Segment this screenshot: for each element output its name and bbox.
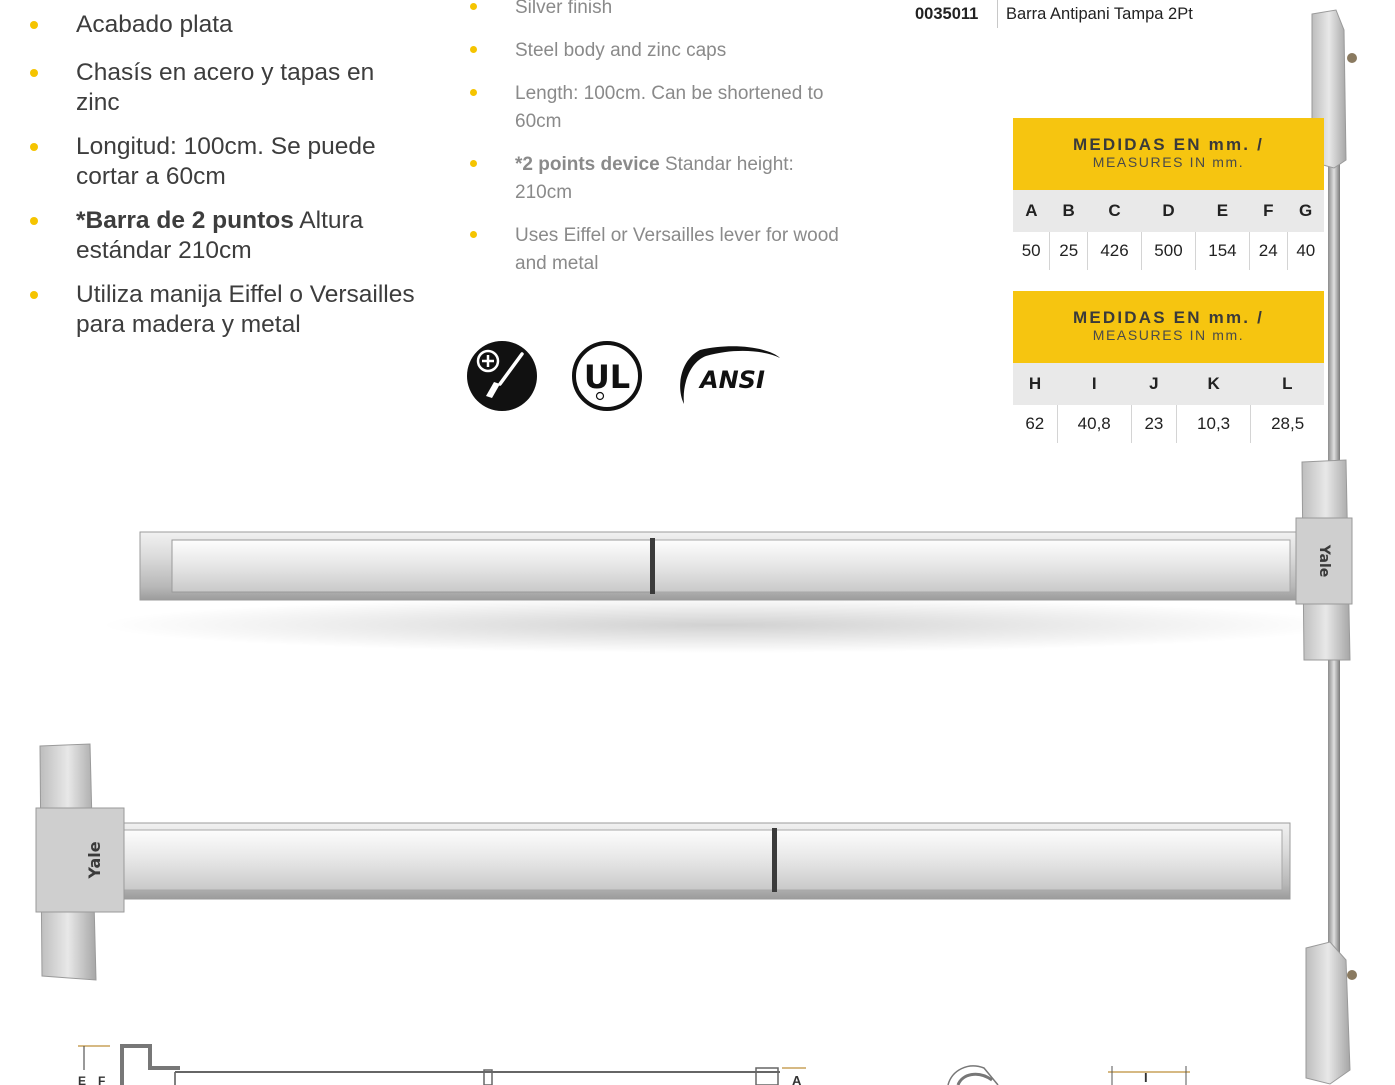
- table-row: 50 25 426 500 154 24 40: [1013, 232, 1324, 270]
- brand-label-top: Yale: [1316, 544, 1332, 578]
- diagram-label-e: E: [78, 1074, 86, 1085]
- diagram-label-f: F: [98, 1074, 105, 1085]
- technical-drawing: E F A I: [78, 1044, 1190, 1085]
- table-header-row: H I J K L: [1013, 363, 1324, 405]
- measures-table-1: MEDIDAS EN mm. / MEASURES IN mm. A B C D…: [1013, 118, 1324, 270]
- measures-header: MEDIDAS EN mm. / MEASURES IN mm.: [1013, 118, 1324, 190]
- diagram-label-a: A: [792, 1073, 802, 1085]
- diagram-label-i: I: [1144, 1070, 1148, 1085]
- bottom-latch: [1305, 941, 1351, 1085]
- measures-header: MEDIDAS EN mm. / MEASURES IN mm.: [1013, 291, 1324, 363]
- measures-table-2: MEDIDAS EN mm. / MEASURES IN mm. H I J K…: [1013, 291, 1324, 443]
- table-header-row: A B C D E F G: [1013, 190, 1324, 232]
- brand-label-bottom: Yale: [85, 841, 104, 879]
- table-row: 62 40,8 23 10,3 28,5: [1013, 405, 1324, 443]
